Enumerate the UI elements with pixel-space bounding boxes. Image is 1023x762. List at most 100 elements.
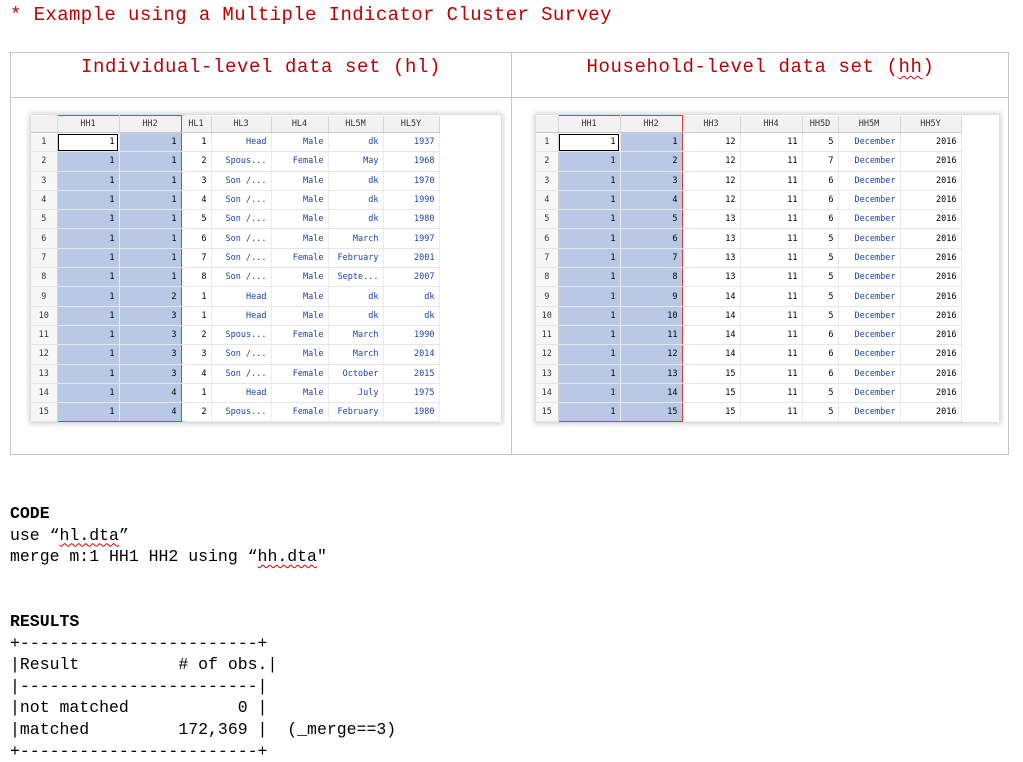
cell-hh1[interactable]: 1	[557, 286, 621, 307]
cell-hl3[interactable]: Son /...	[211, 248, 272, 269]
cell-hh5d[interactable]: 5	[802, 248, 839, 269]
cell-hl1[interactable]: 1	[181, 306, 212, 326]
cell-hh1[interactable]: 1	[56, 402, 120, 423]
cell-hh2[interactable]: 1	[119, 171, 182, 191]
cell-hh5m[interactable]: December	[838, 248, 901, 269]
cell-hl5y[interactable]: 1990	[383, 325, 440, 346]
cell-hl5m[interactable]: Septe...	[328, 267, 384, 288]
cell-hl5m[interactable]: dk	[328, 190, 384, 211]
cell-hh1[interactable]: 1	[56, 364, 120, 384]
cell-hh1[interactable]: 1	[557, 171, 621, 191]
cell-hh1[interactable]: 1	[557, 228, 621, 249]
cell-hl5m[interactable]: dk	[328, 132, 384, 153]
cell-hl3[interactable]: Head	[211, 383, 272, 404]
cell-hl5y[interactable]: 2014	[383, 344, 440, 365]
cell-hh5m[interactable]: December	[838, 209, 901, 230]
row-number[interactable]: 3	[31, 171, 58, 191]
cell-hl5m[interactable]: dk	[328, 286, 384, 307]
cell-hl5y[interactable]: 1997	[383, 228, 440, 249]
cell-hh2[interactable]: 7	[620, 248, 683, 269]
cell-hl4[interactable]: Male	[271, 171, 329, 191]
cell-hh1[interactable]: 1	[56, 325, 120, 346]
row-number[interactable]: 9	[536, 286, 559, 307]
cell-hh3[interactable]: 14	[682, 306, 741, 326]
cell-hh2[interactable]: 2	[119, 286, 182, 307]
cell-hh3[interactable]: 14	[682, 286, 741, 307]
cell-hh2[interactable]: 12	[620, 344, 683, 365]
cell-hh3[interactable]: 13	[682, 267, 741, 288]
cell-hh1[interactable]: 1	[56, 151, 120, 172]
cell-hh1[interactable]: 1	[557, 248, 621, 269]
row-number[interactable]: 1	[31, 132, 58, 153]
cell-hh2[interactable]: 3	[620, 171, 683, 191]
cell-hl5y[interactable]: 1937	[383, 132, 440, 153]
cell-hl1[interactable]: 5	[181, 209, 212, 230]
cell-hh1[interactable]: 1	[56, 306, 120, 326]
cell-hh3[interactable]: 15	[682, 383, 741, 404]
row-number[interactable]: 14	[31, 383, 58, 404]
cell-hh1[interactable]: 1	[557, 267, 621, 288]
cell-hl5m[interactable]: dk	[328, 209, 384, 230]
cell-hh2[interactable]: 5	[620, 209, 683, 230]
cell-hl1[interactable]: 3	[181, 344, 212, 365]
cell-hh5m[interactable]: December	[838, 364, 901, 384]
cell-hl3[interactable]: Spous...	[211, 151, 272, 172]
cell-hh5d[interactable]: 5	[802, 306, 839, 326]
cell-hl4[interactable]: Male	[271, 228, 329, 249]
row-number[interactable]: 7	[31, 248, 58, 269]
cell-hh5d[interactable]: 6	[802, 325, 839, 346]
cell-hl1[interactable]: 8	[181, 267, 212, 288]
cell-hh4[interactable]: 11	[740, 171, 803, 191]
cell-hh5d[interactable]: 5	[802, 402, 839, 423]
cell-hh4[interactable]: 11	[740, 344, 803, 365]
cell-hh4[interactable]: 11	[740, 132, 803, 153]
cell-hh1[interactable]: 1	[557, 402, 621, 423]
cell-hl4[interactable]: Male	[271, 267, 329, 288]
cell-hh1[interactable]: 1	[557, 306, 621, 326]
cell-hh3[interactable]: 13	[682, 209, 741, 230]
cell-hh4[interactable]: 11	[740, 267, 803, 288]
row-number[interactable]: 6	[536, 228, 559, 249]
cell-hh5d[interactable]: 6	[802, 190, 839, 211]
cell-hl5m[interactable]: dk	[328, 171, 384, 191]
cell-hh4[interactable]: 11	[740, 364, 803, 384]
cell-hh5m[interactable]: December	[838, 344, 901, 365]
row-number[interactable]: 4	[536, 190, 559, 211]
cell-hl5y[interactable]: 2001	[383, 248, 440, 269]
cell-hh4[interactable]: 11	[740, 383, 803, 404]
cell-hl4[interactable]: Male	[271, 209, 329, 230]
cell-hh4[interactable]: 11	[740, 286, 803, 307]
cell-hh3[interactable]: 14	[682, 325, 741, 346]
cell-hh1[interactable]: 1	[56, 383, 120, 404]
cell-hh2[interactable]: 6	[620, 228, 683, 249]
cell-hl5y[interactable]: 1990	[383, 190, 440, 211]
cell-hh5y[interactable]: 2016	[900, 248, 962, 269]
cell-hh1[interactable]: 1	[557, 325, 621, 346]
cell-hh5d[interactable]: 5	[802, 228, 839, 249]
cell-hl1[interactable]: 4	[181, 364, 212, 384]
row-number[interactable]: 9	[31, 286, 58, 307]
cell-hl1[interactable]: 1	[181, 286, 212, 307]
row-number[interactable]: 14	[536, 383, 559, 404]
cell-hl3[interactable]: Son /...	[211, 209, 272, 230]
cell-hh5d[interactable]: 5	[802, 286, 839, 307]
cell-hl1[interactable]: 2	[181, 151, 212, 172]
column-header-hh4[interactable]: HH4	[740, 115, 803, 133]
cell-hl1[interactable]: 4	[181, 190, 212, 211]
column-header-hh1[interactable]: HH1	[557, 115, 621, 133]
cell-hh5m[interactable]: December	[838, 267, 901, 288]
cell-hl1[interactable]: 6	[181, 228, 212, 249]
cell-hh2[interactable]: 14	[620, 383, 683, 404]
cell-hh3[interactable]: 12	[682, 171, 741, 191]
row-number[interactable]: 11	[536, 325, 559, 346]
row-number[interactable]: 12	[31, 344, 58, 365]
cell-hl4[interactable]: Male	[271, 344, 329, 365]
cell-hh4[interactable]: 11	[740, 248, 803, 269]
cell-hh2[interactable]: 1	[119, 209, 182, 230]
cell-hh1[interactable]: 1	[56, 267, 120, 288]
column-header-hh2[interactable]: HH2	[119, 115, 182, 133]
cell-hh2[interactable]: 4	[119, 383, 182, 404]
cell-hh5m[interactable]: December	[838, 171, 901, 191]
cell-hh5m[interactable]: December	[838, 383, 901, 404]
row-number[interactable]: 8	[536, 267, 559, 288]
